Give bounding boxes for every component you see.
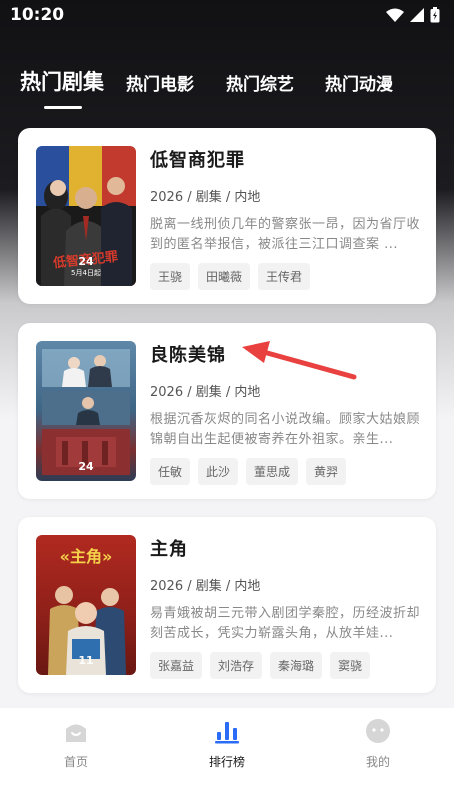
battery-icon — [430, 7, 440, 23]
cast-tag[interactable]: 张嘉益 — [150, 652, 203, 679]
nav-home-label: 首页 — [63, 755, 88, 769]
nav-profile[interactable]: 我的 — [338, 718, 418, 770]
home-icon — [66, 724, 86, 742]
poster-title: «主角» — [59, 547, 113, 566]
tab-hot-series[interactable]: 热门剧集 — [20, 66, 104, 96]
tab-hot-variety[interactable]: 热门综艺 — [226, 70, 294, 95]
poster-number: 24 — [78, 255, 94, 268]
profile-icon — [366, 719, 390, 743]
cast-tags: 任敏 此沙 董思成 黄羿 — [150, 458, 422, 485]
list-item[interactable]: 低智商犯罪 24 5月4日起 低智商犯罪 2026 / 剧集 / 内地 脱离一线… — [18, 128, 436, 304]
item-meta: 2026 / 剧集 / 内地 — [150, 579, 261, 594]
poster-image: «主角» 11 — [36, 535, 136, 675]
nav-ranking-label: 排行榜 — [208, 755, 245, 769]
ranking-icon — [215, 722, 239, 744]
status-time: 10:20 — [10, 5, 65, 25]
tab-active-indicator — [44, 106, 82, 109]
list-item[interactable]: «主角» 11 主角 2026 / 剧集 / 内地 易青娥被胡三元带入剧团学秦腔… — [18, 517, 436, 693]
cast-tag[interactable]: 任敏 — [150, 458, 191, 485]
poster-number: 11 — [78, 654, 94, 667]
nav-profile-label: 我的 — [365, 755, 390, 769]
item-title: 低智商犯罪 — [150, 150, 245, 171]
poster-number: 24 — [78, 460, 94, 473]
item-title: 主角 — [150, 539, 188, 560]
item-meta: 2026 / 剧集 / 内地 — [150, 190, 261, 205]
cast-tag[interactable]: 王骁 — [150, 263, 191, 290]
annotation-arrow — [242, 341, 357, 380]
item-description: 根据沉香灰烬的同名小说改编。顾家大姑娘顾锦朝自出生起便被寄养在外祖家。亲生... — [150, 412, 421, 447]
cast-tag[interactable]: 黄羿 — [306, 458, 347, 485]
status-bar: 10:20 — [0, 0, 454, 32]
item-description: 脱离一线刑侦几年的警察张一昂，因为省厅收到的匿名举报信，被派往三江口调查案 ..… — [150, 217, 421, 252]
cast-tag[interactable]: 田曦薇 — [198, 263, 251, 290]
cast-tags: 张嘉益 刘浩存 秦海璐 窦骁 — [150, 652, 422, 679]
cast-tag[interactable]: 王传君 — [258, 263, 311, 290]
cast-tag[interactable]: 秦海璐 — [270, 652, 323, 679]
cast-tag[interactable]: 董思成 — [246, 458, 299, 485]
nav-home[interactable]: 首页 — [36, 718, 116, 770]
signal-icon — [410, 8, 424, 22]
tab-hot-anime[interactable]: 热门动漫 — [325, 70, 393, 95]
cast-tag[interactable]: 窦骁 — [330, 652, 371, 679]
item-description: 易青娥被胡三元带入剧团学秦腔，历经波折却刻苦成长，凭实力崭露头角，从放羊娃... — [150, 606, 421, 641]
category-tabs: 热门剧集 热门电影 热门综艺 热门动漫 — [0, 62, 454, 112]
poster-image: 24 — [36, 341, 136, 481]
cast-tag[interactable]: 此沙 — [198, 458, 239, 485]
list-item[interactable]: 24 良陈美锦 2026 / 剧集 / 内地 根据沉香灰烬的同名小说改编。顾家大… — [18, 323, 436, 499]
nav-ranking[interactable]: 排行榜 — [187, 718, 267, 770]
tab-hot-movies[interactable]: 热门电影 — [126, 70, 194, 95]
wifi-icon — [386, 8, 404, 22]
cast-tags: 王骁 田曦薇 王传君 — [150, 263, 422, 290]
poster-date: 5月4日起 — [71, 269, 101, 277]
poster-image: 低智商犯罪 24 5月4日起 — [36, 146, 136, 286]
cast-tag[interactable]: 刘浩存 — [210, 652, 263, 679]
bottom-nav: 首页 排行榜 我的 — [0, 708, 454, 807]
